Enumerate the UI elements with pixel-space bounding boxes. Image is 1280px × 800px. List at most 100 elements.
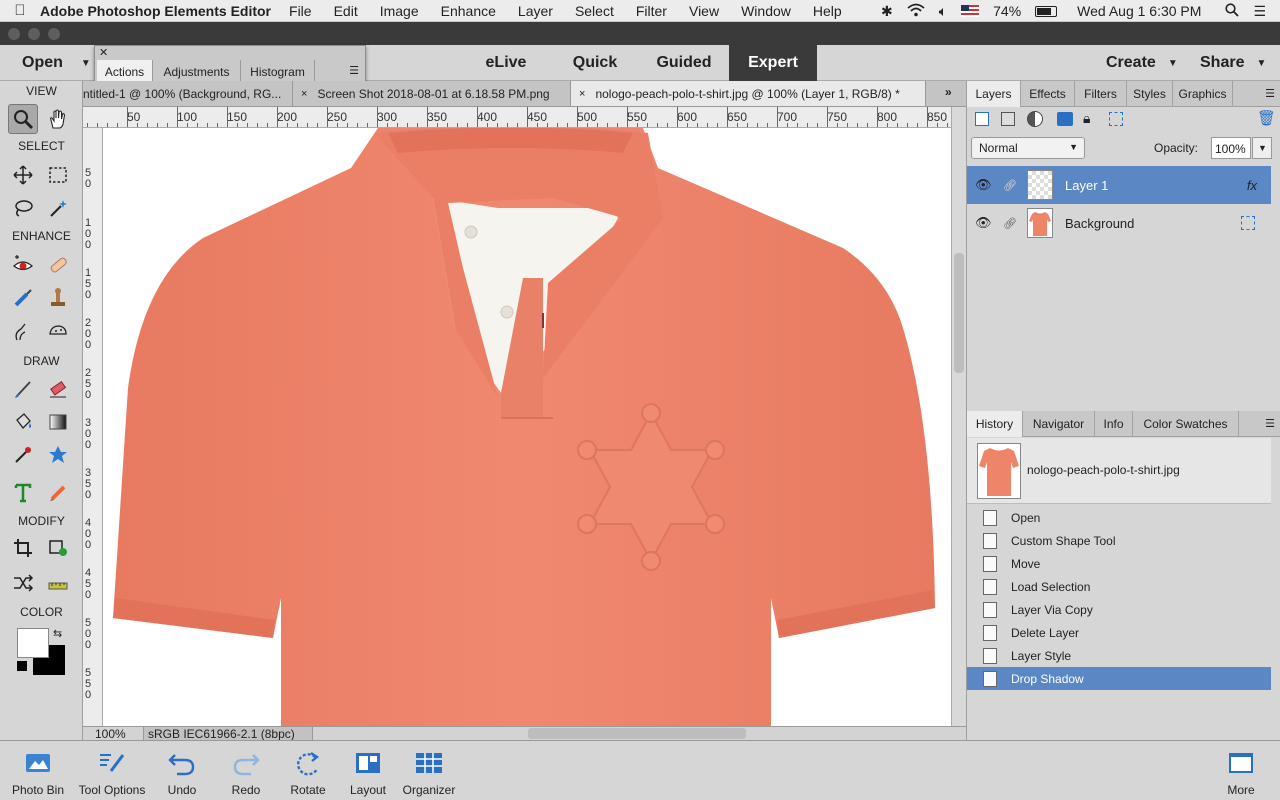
layer-row-background[interactable]: 👁︎ 🔗︎ Background bbox=[967, 204, 1271, 242]
history-step[interactable]: Custom Shape Tool bbox=[967, 529, 1271, 552]
smart-brush-tool-icon[interactable] bbox=[8, 283, 38, 313]
opacity-dropdown-icon[interactable]: ▼ bbox=[1252, 137, 1272, 159]
photo-bin-button[interactable]: Photo Bin bbox=[8, 741, 68, 800]
layout-button[interactable]: Layout bbox=[344, 741, 392, 800]
crop-tool-icon[interactable] bbox=[8, 533, 38, 563]
menu-image[interactable]: Image bbox=[380, 3, 419, 19]
panel-menu-icon[interactable]: ☰ bbox=[1265, 417, 1275, 430]
history-step[interactable]: Move bbox=[967, 552, 1271, 575]
history-step[interactable]: Layer Via Copy bbox=[967, 598, 1271, 621]
new-layer-icon[interactable] bbox=[975, 112, 989, 126]
menu-file[interactable]: File bbox=[289, 3, 312, 19]
tab-document-screenshot[interactable]: × Screen Shot 2018-08-01 at 6.18.58 PM.p… bbox=[293, 81, 571, 106]
battery-percent[interactable]: 74% bbox=[993, 3, 1021, 19]
eye-icon[interactable]: 👁︎ bbox=[975, 215, 992, 231]
rotate-button[interactable]: Rotate bbox=[284, 741, 332, 800]
wifi-icon[interactable] bbox=[907, 3, 925, 20]
clone-stamp-tool-icon[interactable] bbox=[43, 283, 73, 313]
tab-info[interactable]: Info bbox=[1095, 411, 1133, 437]
opacity-input[interactable]: 100% bbox=[1211, 137, 1251, 159]
mode-guided[interactable]: Guided bbox=[640, 45, 728, 81]
menu-select[interactable]: Select bbox=[575, 3, 614, 19]
history-snapshot[interactable]: nologo-peach-polo-t-shirt.jpg bbox=[967, 438, 1271, 504]
paint-bucket-tool-icon[interactable] bbox=[8, 407, 38, 437]
close-icon[interactable]: ✕ bbox=[99, 46, 108, 59]
notification-center-icon[interactable]: ☰ bbox=[1253, 3, 1266, 20]
layer-mask-icon[interactable] bbox=[1057, 112, 1073, 126]
tab-styles[interactable]: Styles bbox=[1127, 81, 1173, 107]
tab-navigator[interactable]: Navigator bbox=[1023, 411, 1095, 437]
tab-histogram[interactable]: Histogram bbox=[241, 60, 315, 83]
link-icon[interactable]: 🔗︎ bbox=[1003, 179, 1017, 192]
bluetooth-icon[interactable]: ✱ bbox=[881, 3, 893, 20]
tab-filters[interactable]: Filters bbox=[1075, 81, 1127, 107]
panel-menu-icon[interactable]: ☰ bbox=[1265, 87, 1275, 100]
more-button[interactable]: More bbox=[1216, 741, 1266, 800]
history-step-selected[interactable]: Drop Shadow bbox=[967, 667, 1271, 690]
menu-enhance[interactable]: Enhance bbox=[441, 3, 496, 19]
spotlight-search-icon[interactable] bbox=[1225, 2, 1240, 20]
zoom-level[interactable]: 100% bbox=[95, 727, 126, 741]
mode-quick[interactable]: Quick bbox=[551, 45, 639, 81]
create-button[interactable]: Create ▼ bbox=[1106, 45, 1178, 81]
mode-expert[interactable]: Expert bbox=[729, 45, 817, 81]
tab-adjustments[interactable]: Adjustments bbox=[153, 60, 241, 83]
tab-document-polo[interactable]: × nologo-peach-polo-t-shirt.jpg @ 100% (… bbox=[571, 81, 926, 106]
history-step[interactable]: Delete Layer bbox=[967, 621, 1271, 644]
menu-window[interactable]: Window bbox=[741, 3, 791, 19]
tab-layers[interactable]: Layers bbox=[967, 81, 1021, 107]
window-minimize-button[interactable] bbox=[28, 28, 40, 40]
menu-filter[interactable]: Filter bbox=[636, 3, 667, 19]
adjustment-layer-icon[interactable] bbox=[1027, 111, 1043, 127]
panel-menu-icon[interactable]: ☰ bbox=[349, 64, 359, 77]
eyedropper-tool-icon[interactable] bbox=[8, 440, 38, 470]
layer-row-layer1[interactable]: 👁︎ 🔗︎ Layer 1 fx bbox=[967, 166, 1271, 204]
layer-name[interactable]: Layer 1 bbox=[1065, 178, 1108, 193]
document-canvas[interactable] bbox=[103, 128, 951, 726]
app-name-menu[interactable]: Adobe Photoshop Elements Editor bbox=[40, 3, 271, 19]
red-eye-tool-icon[interactable] bbox=[8, 250, 38, 280]
fx-icon[interactable]: fx bbox=[1247, 178, 1257, 193]
open-button[interactable]: Open ▼ bbox=[0, 45, 92, 81]
straighten-tool-icon[interactable] bbox=[43, 568, 73, 598]
lock-icon[interactable] bbox=[1241, 216, 1255, 230]
menu-view[interactable]: View bbox=[689, 3, 719, 19]
eye-icon[interactable]: 👁︎ bbox=[975, 177, 992, 193]
brush-tool-icon[interactable] bbox=[8, 374, 38, 404]
history-step[interactable]: Open bbox=[967, 506, 1271, 529]
undo-button[interactable]: Undo bbox=[158, 741, 206, 800]
tab-graphics[interactable]: Graphics bbox=[1173, 81, 1233, 107]
magic-wand-tool-icon[interactable] bbox=[43, 193, 73, 223]
us-flag-icon[interactable] bbox=[961, 5, 980, 17]
vertical-scrollbar[interactable] bbox=[951, 107, 966, 726]
clock[interactable]: Wed Aug 1 6:30 PM bbox=[1077, 3, 1201, 19]
tab-effects[interactable]: Effects bbox=[1021, 81, 1075, 107]
marquee-tool-icon[interactable] bbox=[43, 160, 73, 190]
mode-elive[interactable]: eLive bbox=[462, 45, 550, 81]
healing-brush-tool-icon[interactable] bbox=[43, 250, 73, 280]
color-profile[interactable]: sRGB IEC61966-2.1 (8bpc) bbox=[143, 727, 313, 741]
lock-transparent-icon[interactable] bbox=[1109, 112, 1123, 126]
blur-tool-icon[interactable] bbox=[8, 316, 38, 346]
volume-icon[interactable]: 🔈︎ bbox=[939, 3, 947, 20]
eraser-tool-icon[interactable] bbox=[43, 374, 73, 404]
share-button[interactable]: Share ▼ bbox=[1200, 45, 1266, 81]
lock-all-icon[interactable]: 🔒︎ bbox=[1083, 110, 1090, 127]
battery-icon[interactable] bbox=[1035, 5, 1058, 17]
lasso-tool-icon[interactable] bbox=[8, 193, 38, 223]
close-icon[interactable]: × bbox=[301, 88, 307, 100]
history-step[interactable]: Load Selection bbox=[967, 575, 1271, 598]
more-tabs-icon[interactable]: » bbox=[945, 85, 952, 99]
recompose-tool-icon[interactable] bbox=[43, 533, 73, 563]
window-close-button[interactable] bbox=[8, 28, 20, 40]
tab-color-swatches[interactable]: Color Swatches bbox=[1133, 411, 1239, 437]
move-tool-icon[interactable] bbox=[8, 160, 38, 190]
foreground-color-swatch[interactable] bbox=[17, 628, 49, 658]
type-tool-icon[interactable] bbox=[8, 478, 38, 508]
new-group-icon[interactable] bbox=[1001, 112, 1015, 126]
trash-icon[interactable]: 🗑︎ bbox=[1257, 109, 1276, 127]
scroll-thumb[interactable] bbox=[954, 253, 964, 373]
menu-layer[interactable]: Layer bbox=[518, 3, 553, 19]
hand-tool-icon[interactable] bbox=[43, 104, 73, 134]
tool-options-button[interactable]: Tool Options bbox=[74, 741, 150, 800]
